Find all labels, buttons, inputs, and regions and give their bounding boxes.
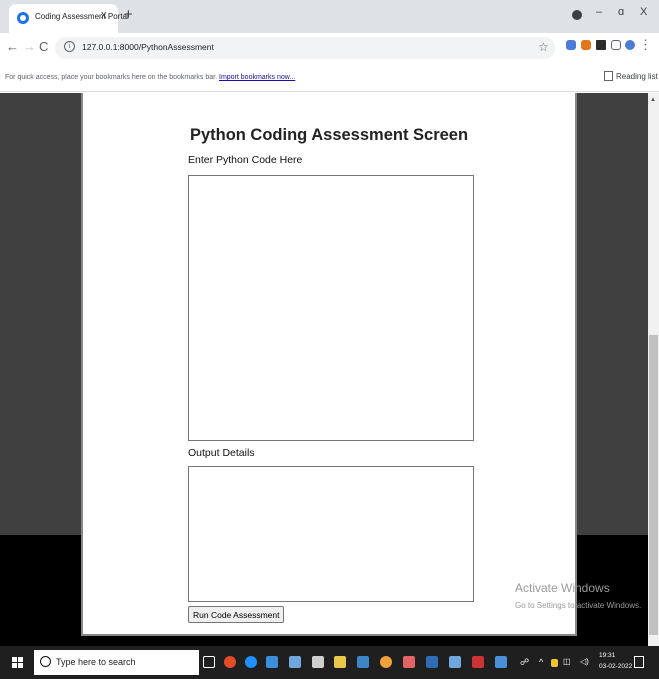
network-icon[interactable]: ◫ — [563, 657, 571, 666]
page-title: Python Coding Assessment Screen — [189, 126, 469, 144]
extensions-puzzle-icon[interactable] — [596, 40, 606, 50]
app-icon-13[interactable] — [495, 656, 507, 668]
scroll-up-arrow-icon[interactable]: ▲ — [650, 97, 656, 103]
app-icon-5[interactable] — [312, 656, 324, 668]
new-tab-button[interactable]: + — [124, 6, 133, 23]
bookmarks-bar: For quick access, place your bookmarks h… — [0, 63, 659, 92]
site-info-icon[interactable]: i — [64, 41, 75, 52]
tab-coding-assessment[interactable]: Coding Assessment Portal x — [9, 4, 129, 33]
restore-button[interactable]: ɑ — [618, 6, 624, 18]
run-code-assessment-button[interactable]: Run Code Assessment — [188, 606, 285, 623]
taskbar-search-box[interactable]: Type here to search — [34, 650, 199, 675]
chrome-icon[interactable] — [380, 656, 392, 668]
metamask-fox-icon[interactable] — [581, 40, 591, 50]
tab-strip: Coding Assessment Portal x + – ɑ X — [0, 0, 659, 33]
people-icon[interactable]: ☍ — [520, 657, 529, 668]
windows-taskbar: Type here to search ☍ ^ ◫ ◁) 19:31 03-02… — [0, 646, 659, 679]
activate-windows-subtitle: Go to Settings to activate Windows. — [515, 601, 642, 610]
close-tab-icon[interactable]: x — [101, 9, 107, 21]
code-input-label: Enter Python Code Here — [188, 154, 303, 166]
windows-start-icon[interactable] — [12, 657, 24, 669]
media-queue-icon[interactable] — [611, 40, 621, 50]
app-icon-9[interactable] — [403, 656, 415, 668]
back-button[interactable]: ← — [6, 39, 19, 54]
app-icon-12[interactable] — [472, 656, 484, 668]
tab-title: Coding Assessment Portal — [35, 12, 129, 21]
profile-icon[interactable] — [625, 40, 635, 50]
bookmarks-hint: For quick access, place your bookmarks h… — [5, 74, 295, 81]
app-icon-10[interactable] — [426, 656, 438, 668]
app-icon-7[interactable] — [357, 656, 369, 668]
address-bar[interactable]: i 127.0.0.1:8000/PythonAssessment — [55, 37, 555, 59]
forward-button[interactable]: → — [23, 39, 36, 54]
output-label: Output Details — [188, 447, 255, 459]
output-details-field[interactable] — [188, 466, 474, 602]
reading-list-icon — [604, 71, 613, 81]
volume-icon[interactable]: ◁) — [580, 657, 589, 666]
notification-center-icon[interactable] — [634, 656, 644, 668]
import-bookmarks-link[interactable]: Import bookmarks now... — [219, 74, 295, 81]
browser-toolbar: ← → C i 127.0.0.1:8000/PythonAssessment — [0, 33, 659, 63]
edge-browser-icon[interactable] — [245, 656, 257, 668]
microphone-icon[interactable] — [181, 656, 188, 667]
app-icon-4[interactable] — [289, 656, 301, 668]
app-icon-3[interactable] — [266, 656, 278, 668]
site-favicon-icon — [17, 12, 29, 24]
file-explorer-icon[interactable] — [334, 656, 346, 668]
scrollbar-thumb[interactable] — [649, 335, 658, 635]
url-text[interactable]: 127.0.0.1:8000/PythonAssessment — [82, 42, 214, 52]
bookmark-star-icon[interactable]: ☆ — [538, 40, 549, 54]
browser-menu-icon[interactable]: ⋮ — [639, 37, 652, 53]
minimize-button[interactable]: – — [596, 6, 602, 18]
reload-button[interactable]: C — [39, 39, 48, 54]
account-icon[interactable] — [572, 10, 582, 20]
activate-windows-title: Activate Windows — [515, 581, 610, 595]
python-code-input[interactable] — [188, 175, 474, 441]
taskbar-search-placeholder: Type here to search — [56, 657, 136, 667]
app-icon-1[interactable] — [224, 656, 236, 668]
bookmarks-hint-text: For quick access, place your bookmarks h… — [5, 74, 218, 81]
page-viewport: ▲ Python Coding Assessment Screen Enter … — [0, 93, 659, 646]
task-view-icon[interactable] — [203, 656, 215, 668]
cortana-icon — [40, 656, 51, 667]
clock-time[interactable]: 19:31 — [599, 652, 615, 659]
extension-shield-icon[interactable] — [566, 40, 576, 50]
clock-date[interactable]: 03-02-2022 — [599, 663, 632, 670]
assessment-panel: Python Coding Assessment Screen Enter Py… — [81, 93, 577, 636]
app-icon-11[interactable] — [449, 656, 461, 668]
battery-icon[interactable] — [551, 659, 558, 667]
reading-list-label: Reading list — [616, 72, 658, 81]
close-window-button[interactable]: X — [640, 6, 647, 18]
tray-chevron-icon[interactable]: ^ — [539, 657, 543, 667]
reading-list-button[interactable]: Reading list — [604, 71, 658, 81]
